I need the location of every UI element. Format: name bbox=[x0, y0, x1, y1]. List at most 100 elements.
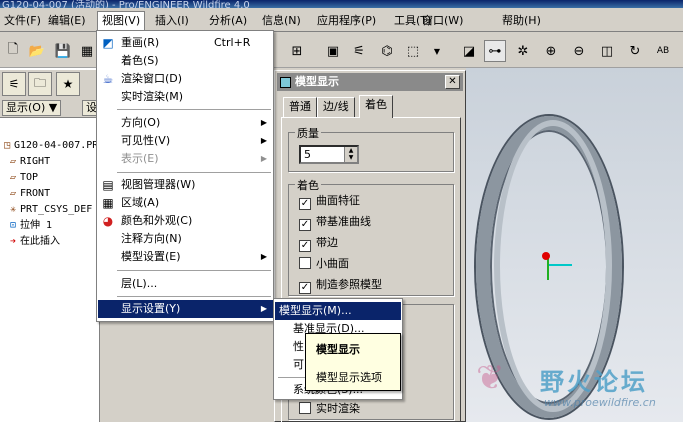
tree-item-top[interactable]: ▱ TOP bbox=[0, 170, 99, 186]
tree-item-extrude[interactable]: ⊡ 拉伸 1 bbox=[0, 218, 99, 234]
regenerate-icon[interactable]: ◪ bbox=[458, 40, 480, 62]
menu-item-display-settings[interactable]: 显示设置(Y) ▶ bbox=[98, 300, 273, 318]
menu-window[interactable]: 窗口(W) bbox=[418, 12, 467, 29]
menu-item-annotation-orientation[interactable]: 注释方向(N) bbox=[98, 230, 273, 248]
tab-general[interactable]: 普通 bbox=[283, 97, 317, 117]
region-icon: ▦ bbox=[102, 196, 114, 210]
tree-item-front[interactable]: ▱ FRONT bbox=[0, 186, 99, 202]
datum-plane-icon: ▱ bbox=[9, 156, 17, 167]
rotate-icon[interactable]: ↻ bbox=[624, 40, 646, 62]
model-tree-tab-icon[interactable]: ⚟ bbox=[2, 72, 26, 96]
checkbox-icon bbox=[299, 402, 311, 414]
checkbox-icon: ✓ bbox=[299, 198, 311, 210]
spinner-arrows-icon[interactable]: ▲ ▼ bbox=[344, 147, 357, 162]
close-icon[interactable]: ✕ bbox=[445, 75, 460, 89]
navigator-panel: ⚟ 🗀 ★ 显示(O) ▼ 设 ◳ G120-04-007.PRT ▱ RIGHT … bbox=[0, 68, 100, 422]
insert-arrow-icon: ➔ bbox=[9, 236, 17, 247]
menu-item-realtime-render[interactable]: 实时渲染(M) bbox=[98, 88, 273, 106]
menu-separator bbox=[117, 270, 271, 271]
tooltip-description: 模型显示选项 bbox=[316, 371, 382, 384]
color-wheel-icon: ◕ bbox=[102, 214, 114, 228]
menu-item-region[interactable]: ▦ 区域(A) bbox=[98, 194, 273, 212]
dialog-title-bar[interactable]: 模型显示 ✕ bbox=[277, 73, 463, 91]
quality-value: 5 bbox=[304, 148, 311, 161]
text-orient-icon[interactable]: AB bbox=[652, 40, 674, 62]
shading-label: 着色 bbox=[295, 177, 321, 193]
box-select-icon[interactable]: ⬚ bbox=[402, 40, 424, 62]
checkbox-realtime-render[interactable]: 实时渲染 bbox=[299, 401, 360, 417]
view-manager-icon: ▤ bbox=[102, 178, 114, 192]
quality-spinner[interactable]: 5 ▲ ▼ bbox=[299, 145, 359, 164]
folder-browser-tab-icon[interactable]: 🗀 bbox=[28, 72, 52, 96]
watermark: ❦ 野火论坛 www.proewildfire.cn bbox=[476, 356, 683, 416]
repaint-icon: ◩ bbox=[102, 36, 114, 50]
navigator-tabs: ⚟ 🗀 ★ bbox=[0, 70, 99, 98]
menu-item-model-setup[interactable]: 模型设置(E) ▶ bbox=[98, 248, 273, 266]
chevron-right-icon: ▶ bbox=[260, 252, 267, 261]
menu-item-shade[interactable]: 着色(S) bbox=[98, 52, 273, 70]
open-folder-icon[interactable]: 📂 bbox=[26, 40, 48, 62]
checkbox-datum-curves[interactable]: ✓ 带基准曲线 bbox=[299, 214, 371, 231]
menu-applications[interactable]: 应用程序(P) bbox=[313, 12, 380, 29]
show-dropdown-button[interactable]: 显示(O) ▼ bbox=[2, 100, 62, 116]
checkbox-icon: ✓ bbox=[299, 240, 311, 252]
csys-icon: ✳ bbox=[9, 204, 17, 215]
tree-item-right[interactable]: ▱ RIGHT bbox=[0, 154, 99, 170]
csys-origin bbox=[542, 252, 550, 260]
repaint-icon[interactable]: ⊞ bbox=[286, 40, 308, 62]
chevron-right-icon: ▶ bbox=[260, 154, 267, 163]
tree-item-part[interactable]: ◳ G120-04-007.PRT bbox=[0, 138, 99, 154]
menu-help[interactable]: 帮助(H) bbox=[498, 12, 545, 29]
save-icon[interactable]: 💾 bbox=[52, 40, 74, 62]
model-tree: ◳ G120-04-007.PRT ▱ RIGHT ▱ TOP ▱ FRONT ✳ PRT… bbox=[0, 138, 99, 250]
csys-spin-icon[interactable]: ⊶ bbox=[484, 40, 506, 62]
menu-bar: 文件(F) 编辑(E) 视图(V) 插入(I) 分析(A) 信息(N) 应用程序… bbox=[0, 8, 683, 32]
new-file-icon[interactable]: 🗋 bbox=[2, 40, 24, 62]
tree-icon[interactable]: ⚟ bbox=[348, 40, 370, 62]
shortcut-repaint: Ctrl+R bbox=[214, 36, 251, 49]
chevron-right-icon: ▶ bbox=[260, 136, 267, 145]
orient-icon[interactable]: ▣ bbox=[322, 40, 344, 62]
tree-item-csys[interactable]: ✳ PRT_CSYS_DEF bbox=[0, 202, 99, 218]
menu-view[interactable]: 视图(V) bbox=[97, 11, 146, 32]
datum-plane-icon: ▱ bbox=[9, 172, 17, 183]
refit-icon[interactable]: ◫ bbox=[596, 40, 618, 62]
favorites-tab-icon[interactable]: ★ bbox=[56, 72, 80, 96]
chevron-right-icon: ▶ bbox=[260, 118, 267, 127]
menu-info[interactable]: 信息(N) bbox=[258, 12, 305, 29]
datum-plane-icon: ▱ bbox=[9, 188, 17, 199]
menu-separator bbox=[117, 172, 271, 173]
tree-item-insert-here[interactable]: ➔ 在此插入 bbox=[0, 234, 99, 250]
tab-shading[interactable]: 着色 bbox=[359, 95, 393, 118]
quality-group: 质量 5 ▲ ▼ bbox=[288, 125, 454, 172]
checkbox-quilts[interactable]: 小曲面 bbox=[299, 256, 349, 272]
part-icon: ◳ bbox=[3, 140, 11, 151]
tab-edges-lines[interactable]: 边/线 bbox=[317, 97, 355, 117]
menu-item-color-appearance[interactable]: ◕ 颜色和外观(C) bbox=[98, 212, 273, 230]
menu-item-view-manager[interactable]: ▤ 视图管理器(W) bbox=[98, 176, 273, 194]
print-icon[interactable]: ▦ bbox=[76, 40, 98, 62]
graphics-window[interactable]: ❦ 野火论坛 www.proewildfire.cn bbox=[466, 68, 683, 422]
menu-item-orientation[interactable]: 方向(O) ▶ bbox=[98, 114, 273, 132]
checkbox-with-edges[interactable]: ✓ 带边 bbox=[299, 235, 338, 252]
spin-center-icon[interactable]: ✲ bbox=[512, 40, 534, 62]
chevron-down-icon[interactable]: ▼ bbox=[426, 40, 448, 62]
menu-insert[interactable]: 插入(I) bbox=[151, 12, 193, 29]
checkbox-reference-model[interactable]: ✓ 制造参照模型 bbox=[299, 277, 382, 294]
menu-analysis[interactable]: 分析(A) bbox=[205, 12, 251, 29]
menu-item-visibility[interactable]: 可见性(V) ▶ bbox=[98, 132, 273, 150]
menu-item-render-window[interactable]: ☕ 渲染窗口(D) bbox=[98, 70, 273, 88]
menu-item-layers[interactable]: 层(L)... bbox=[98, 275, 273, 293]
tooltip-title: 模型显示 bbox=[316, 343, 360, 356]
binoculars-icon[interactable]: ⌬ bbox=[376, 40, 398, 62]
zoom-out-icon[interactable]: ⊖ bbox=[568, 40, 590, 62]
menu-item-repaint[interactable]: ◩ 重画(R) Ctrl+R bbox=[98, 34, 273, 52]
watermark-text: 野火论坛 bbox=[540, 368, 648, 396]
menu-file[interactable]: 文件(F) bbox=[0, 12, 45, 29]
title-bar: G120-04-007 (活动的) - Pro/ENGINEER Wildfir… bbox=[0, 0, 683, 8]
zoom-in-icon[interactable]: ⊕ bbox=[540, 40, 562, 62]
submenu-item-model-display[interactable]: 模型显示(M)... bbox=[275, 302, 401, 320]
quality-label: 质量 bbox=[295, 125, 321, 141]
checkbox-surface-features[interactable]: ✓ 曲面特征 bbox=[299, 193, 360, 210]
menu-edit[interactable]: 编辑(E) bbox=[44, 12, 90, 29]
